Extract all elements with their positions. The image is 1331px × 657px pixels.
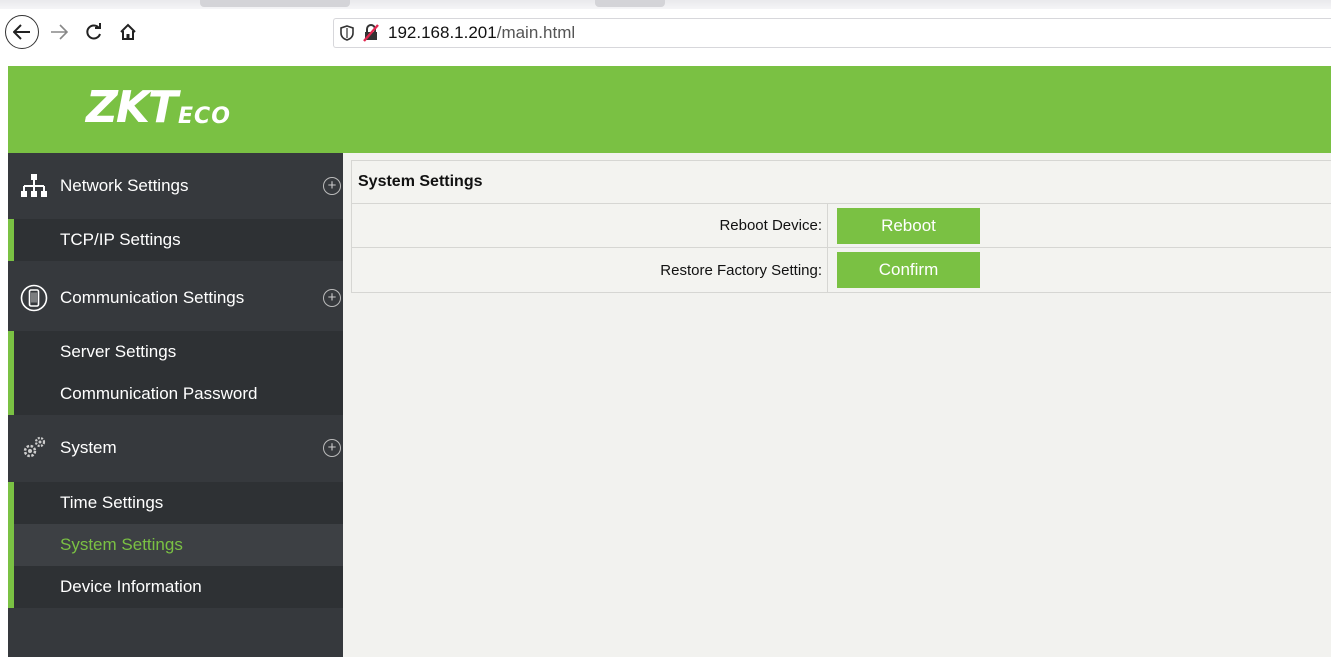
main-content: System Settings Reboot Device: Reboot Re…	[343, 153, 1331, 657]
browser-tab[interactable]	[595, 0, 665, 7]
address-bar[interactable]: 192.168.1.201/main.html	[333, 18, 1331, 48]
sidebar-group-system[interactable]: System +	[8, 415, 343, 481]
reload-button[interactable]	[79, 17, 109, 47]
sidebar-group-label: Network Settings	[60, 176, 189, 195]
back-button[interactable]	[5, 15, 39, 49]
url-host: 192.168.1.201	[388, 23, 497, 42]
arrow-left-icon	[13, 24, 30, 40]
system-settings-table: System Settings Reboot Device: Reboot Re…	[351, 160, 1331, 293]
restore-factory-row: Restore Factory Setting: Confirm	[352, 248, 1331, 292]
logo-main-text: ZKT	[86, 82, 178, 133]
sidebar-item-system-settings[interactable]: System Settings	[14, 524, 343, 566]
insecure-connection-icon[interactable]	[360, 22, 382, 44]
sidebar-item-communication-password[interactable]: Communication Password	[14, 373, 343, 415]
url-text[interactable]: 192.168.1.201/main.html	[388, 23, 575, 43]
home-icon	[120, 23, 136, 40]
logo-sub-text: ECO	[178, 104, 231, 129]
shield-icon[interactable]	[336, 22, 358, 44]
zkteco-logo: ZKT ECO	[86, 86, 231, 130]
sidebar-item-device-information[interactable]: Device Information	[14, 566, 343, 608]
sidebar-sublist-system: Time Settings System Settings Device Inf…	[8, 482, 343, 608]
gears-icon	[8, 435, 60, 461]
sidebar-sublist-network: TCP/IP Settings	[8, 219, 343, 261]
network-icon	[8, 173, 60, 199]
sidebar-item-tcp-ip-settings[interactable]: TCP/IP Settings	[14, 219, 343, 261]
restore-factory-label: Restore Factory Setting:	[352, 248, 828, 292]
sidebar-group-communication-settings[interactable]: Communication Settings +	[8, 265, 343, 331]
sidebar-group-label: Communication Settings	[60, 288, 245, 307]
expand-plus-icon[interactable]: +	[323, 439, 341, 457]
reload-icon	[86, 23, 101, 40]
app-header: ZKT ECO	[8, 66, 1331, 153]
reboot-device-label: Reboot Device:	[352, 204, 828, 247]
phone-icon	[8, 284, 60, 312]
reboot-device-row: Reboot Device: Reboot	[352, 204, 1331, 248]
sidebar-group-network-settings[interactable]: Network Settings +	[8, 153, 343, 219]
expand-plus-icon[interactable]: +	[323, 289, 341, 307]
home-button[interactable]	[113, 17, 143, 47]
sidebar-item-time-settings[interactable]: Time Settings	[14, 482, 343, 524]
arrow-right-icon	[51, 24, 68, 40]
confirm-button[interactable]: Confirm	[837, 252, 980, 288]
reboot-button[interactable]: Reboot	[837, 207, 980, 244]
sidebar: Network Settings + TCP/IP Settings Commu…	[8, 153, 343, 657]
url-path: /main.html	[496, 23, 576, 42]
sidebar-group-label: System	[60, 438, 117, 457]
expand-plus-icon[interactable]: +	[323, 177, 341, 195]
sidebar-item-server-settings[interactable]: Server Settings	[14, 331, 343, 373]
forward-button[interactable]	[44, 17, 74, 47]
sidebar-sublist-communication: Server Settings Communication Password	[8, 331, 343, 415]
browser-tab[interactable]	[200, 0, 350, 7]
page-title: System Settings	[352, 161, 1331, 204]
browser-toolbar: 192.168.1.201/main.html	[0, 0, 1331, 66]
